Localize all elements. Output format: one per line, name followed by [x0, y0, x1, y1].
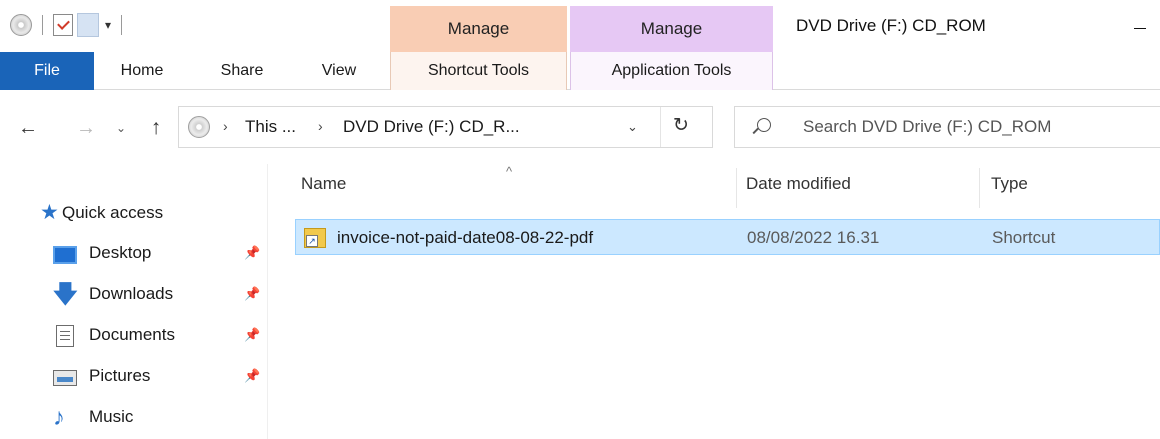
sidebar-item-music[interactable]: ♪ Music [0, 398, 268, 438]
navigation-bar: ← → ⌄ ↑ › This ... › DVD Drive (F:) CD_R… [0, 90, 1160, 164]
documents-icon [56, 325, 74, 347]
pin-icon[interactable]: 📌 [244, 368, 260, 384]
pin-icon[interactable]: 📌 [244, 327, 260, 343]
tab-shortcut-tools[interactable]: Shortcut Tools [390, 52, 567, 90]
shortcut-manage-context-label: Manage [390, 6, 567, 52]
sidebar-item-pictures[interactable]: Pictures 📌 [0, 357, 268, 397]
column-divider[interactable] [736, 168, 737, 208]
up-button[interactable]: ↑ [142, 114, 170, 142]
sidebar-item-label: Desktop [89, 243, 152, 262]
breadcrumb-this-pc[interactable]: This ... [245, 117, 296, 137]
sidebar-item-label: Pictures [89, 366, 151, 385]
breadcrumb-separator[interactable]: › [318, 118, 323, 134]
sidebar-item-label: Documents [89, 325, 175, 344]
pin-icon[interactable]: 📌 [244, 286, 260, 302]
navigation-pane: ★ Quick access Desktop 📌 🡇 Downloads 📌 D… [0, 164, 268, 439]
application-manage-context-label: Manage [570, 6, 773, 52]
column-header-type[interactable]: Type [991, 174, 1028, 194]
sidebar-item-downloads[interactable]: 🡇 Downloads 📌 [0, 275, 268, 315]
address-bar[interactable]: › This ... › DVD Drive (F:) CD_R... ⌄ ↻ [178, 106, 713, 148]
sidebar-item-documents[interactable]: Documents 📌 [0, 316, 268, 356]
minimize-button[interactable] [1124, 6, 1160, 42]
sidebar-item-quick-access[interactable]: ★ Quick access [0, 194, 268, 234]
sidebar-item-desktop[interactable]: Desktop 📌 [0, 234, 268, 274]
cd-drive-icon[interactable] [10, 14, 32, 36]
pin-icon[interactable]: 📌 [244, 245, 260, 261]
column-header-date-modified[interactable]: Date modified [746, 174, 851, 194]
pictures-icon [53, 370, 77, 386]
sort-ascending-icon: ^ [506, 164, 513, 179]
title-bar: Manage Manage DVD Drive (F:) CD_ROM [0, 0, 1160, 52]
forward-button[interactable]: → [74, 114, 98, 142]
back-button[interactable]: ← [14, 114, 42, 142]
sidebar-item-label: Quick access [62, 203, 164, 222]
tab-home[interactable]: Home [106, 52, 178, 90]
downloads-icon: 🡇 [53, 281, 78, 308]
music-icon: ♪ [53, 404, 65, 431]
shortcut-file-icon [304, 228, 326, 248]
address-dropdown-icon[interactable]: ⌄ [627, 119, 638, 135]
tab-view[interactable]: View [304, 52, 374, 90]
toolbar-separator [121, 15, 123, 35]
properties-icon[interactable] [53, 14, 73, 36]
search-icon [757, 118, 771, 132]
tab-application-tools[interactable]: Application Tools [570, 52, 773, 90]
breadcrumb-separator[interactable]: › [223, 118, 228, 134]
toolbar-separator [42, 15, 43, 35]
file-date-modified: 08/08/2022 16.31 [747, 228, 880, 247]
search-placeholder: Search DVD Drive (F:) CD_ROM [803, 117, 1052, 136]
customize-toolbar-dropdown-icon[interactable] [105, 18, 111, 32]
search-box[interactable]: Search DVD Drive (F:) CD_ROM [734, 106, 1160, 148]
sidebar-item-label: Music [89, 407, 134, 426]
refresh-icon[interactable]: ↻ [673, 114, 689, 137]
column-header-name[interactable]: Name [301, 174, 346, 194]
new-folder-icon[interactable] [77, 13, 99, 37]
column-divider[interactable] [979, 168, 980, 208]
desktop-icon [53, 246, 77, 264]
ribbon-tabs: File Home Share View Shortcut Tools Appl… [0, 52, 1160, 90]
quick-access-toolbar [10, 10, 132, 40]
file-row[interactable]: invoice-not-paid-date08-08-22-pdf 08/08/… [295, 219, 1160, 255]
file-type: Shortcut [992, 228, 1056, 247]
tab-share[interactable]: Share [206, 52, 278, 90]
sidebar-item-label: Downloads [89, 284, 174, 303]
breadcrumb-dvd-drive[interactable]: DVD Drive (F:) CD_R... [343, 117, 520, 137]
cd-drive-icon [188, 116, 210, 138]
recent-locations-button[interactable]: ⌄ [112, 114, 130, 142]
tab-file[interactable]: File [0, 52, 94, 90]
window-title: DVD Drive (F:) CD_ROM [796, 16, 986, 35]
address-divider [660, 107, 661, 147]
star-icon: ★ [40, 201, 59, 224]
file-name: invoice-not-paid-date08-08-22-pdf [337, 228, 594, 247]
file-list: ^ Name Date modified Type invoice-not-pa… [268, 164, 1160, 439]
